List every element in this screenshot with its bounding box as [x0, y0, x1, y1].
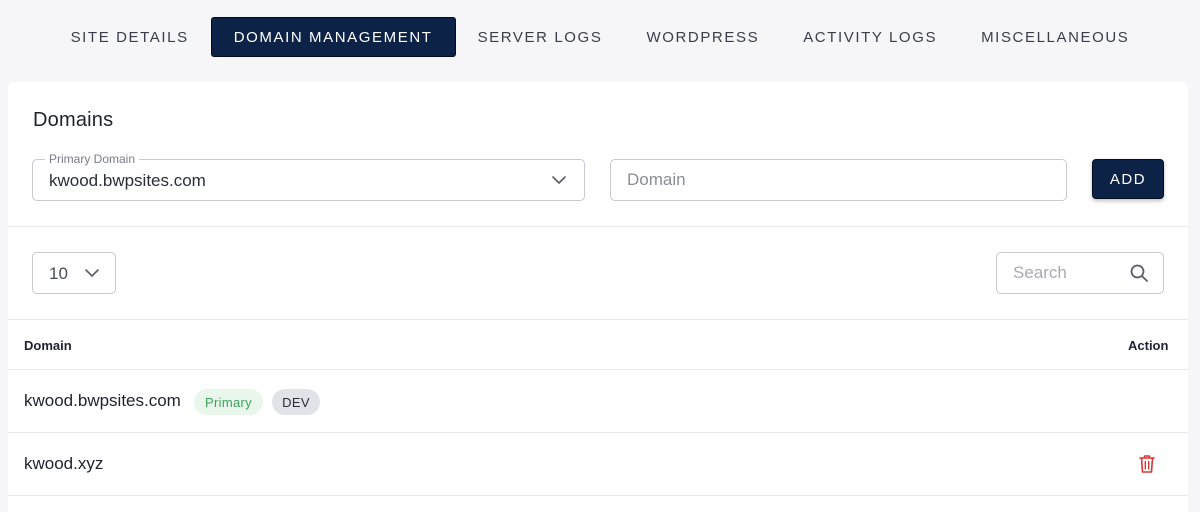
domain-cell: kwood.bwpsites.com — [24, 391, 181, 410]
primary-domain-value: kwood.bwpsites.com — [49, 171, 206, 190]
tab-activity-logs[interactable]: ACTIVITY LOGS — [781, 17, 959, 57]
primary-badge: Primary — [194, 389, 263, 415]
per-page-value: 10 — [49, 264, 68, 283]
card-title: Domains — [33, 109, 114, 131]
tab-wordpress[interactable]: WORDPRESS — [624, 17, 781, 57]
domain-cell: kwood.xyz — [24, 454, 104, 473]
primary-domain-select[interactable]: Primary Domain kwood.bwpsites.com — [32, 152, 585, 201]
table-row: kwood.bwpsites.com Primary DEV — [8, 370, 1188, 432]
chevron-down-icon — [552, 176, 566, 184]
search-icon[interactable] — [1129, 263, 1149, 283]
divider — [8, 226, 1188, 227]
tab-bar: SITE DETAILS DOMAIN MANAGEMENT SERVER LO… — [0, 17, 1200, 57]
tab-domain-management[interactable]: DOMAIN MANAGEMENT — [210, 17, 456, 57]
trash-icon[interactable] — [1137, 453, 1157, 475]
domain-input[interactable] — [610, 159, 1067, 201]
search-box — [996, 252, 1164, 294]
divider — [8, 495, 1188, 496]
tab-server-logs[interactable]: SERVER LOGS — [456, 17, 625, 57]
add-domain-button[interactable]: ADD — [1092, 159, 1164, 199]
primary-domain-label: Primary Domain — [45, 152, 140, 166]
per-page-select[interactable]: 10 — [32, 252, 116, 294]
chevron-down-icon — [85, 269, 99, 277]
tab-miscellaneous[interactable]: MISCELLANEOUS — [959, 17, 1151, 57]
dev-badge: DEV — [272, 389, 320, 415]
search-input[interactable] — [997, 253, 1125, 293]
tab-site-details[interactable]: SITE DETAILS — [49, 17, 211, 57]
table-row: kwood.xyz — [8, 433, 1188, 495]
column-header-domain: Domain — [24, 338, 72, 353]
column-header-action: Action — [1128, 338, 1169, 353]
divider — [8, 319, 1188, 320]
domains-card: Domains Primary Domain kwood.bwpsites.co… — [8, 82, 1188, 512]
